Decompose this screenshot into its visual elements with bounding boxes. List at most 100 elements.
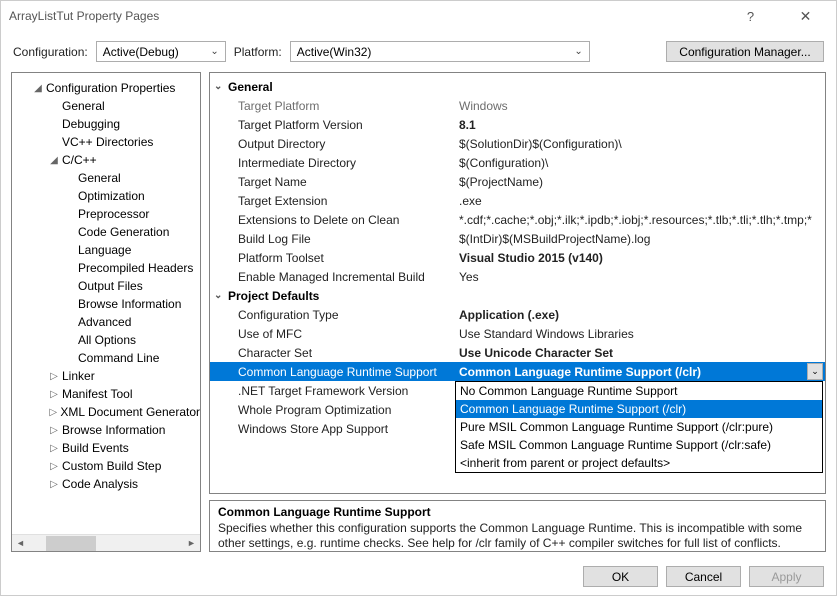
- property-pages-window: ArrayListTut Property Pages ? ✕ Configur…: [0, 0, 837, 596]
- property-row[interactable]: Target Extension.exe: [210, 191, 825, 210]
- dropdown-option[interactable]: Safe MSIL Common Language Runtime Suppor…: [456, 436, 822, 454]
- platform-combo[interactable]: Active(Win32) ⌄: [290, 41, 590, 62]
- ok-button[interactable]: OK: [583, 566, 658, 587]
- expand-icon[interactable]: ▷: [48, 425, 60, 436]
- tree-item[interactable]: Output Files: [12, 277, 200, 295]
- property-row[interactable]: Intermediate Directory$(Configuration)\: [210, 153, 825, 172]
- property-value[interactable]: $(Configuration)\: [455, 156, 825, 170]
- property-row[interactable]: Common Language Runtime SupportCommon La…: [210, 362, 825, 381]
- tree-item[interactable]: Optimization: [12, 187, 200, 205]
- window-title: ArrayListTut Property Pages: [9, 9, 728, 23]
- cancel-button[interactable]: Cancel: [666, 566, 741, 587]
- titlebar: ArrayListTut Property Pages ? ✕: [1, 1, 836, 31]
- dropdown-option[interactable]: <inherit from parent or project defaults…: [456, 454, 822, 472]
- expand-icon[interactable]: ▷: [48, 371, 60, 382]
- scroll-left-icon[interactable]: ◄: [12, 538, 29, 548]
- collapse-icon[interactable]: ⌄: [214, 81, 228, 92]
- tree-item[interactable]: Browse Information: [12, 295, 200, 313]
- tree-item-label: VC++ Directories: [60, 135, 153, 149]
- tree-item[interactable]: ▷XML Document Generator: [12, 403, 200, 421]
- property-row[interactable]: Enable Managed Incremental BuildYes: [210, 267, 825, 286]
- property-value[interactable]: .exe: [455, 194, 825, 208]
- property-name: .NET Target Framework Version: [210, 384, 455, 398]
- close-button[interactable]: ✕: [783, 2, 828, 30]
- property-value[interactable]: $(IntDir)$(MSBuildProjectName).log: [455, 232, 825, 246]
- property-row[interactable]: Extensions to Delete on Clean*.cdf;*.cac…: [210, 210, 825, 229]
- help-button[interactable]: ?: [728, 2, 773, 30]
- tree-item[interactable]: ▷Linker: [12, 367, 200, 385]
- tree-item[interactable]: General: [12, 97, 200, 115]
- dropdown-button[interactable]: ⌄: [807, 363, 823, 380]
- tree-item[interactable]: Precompiled Headers: [12, 259, 200, 277]
- footer: OK Cancel Apply: [1, 558, 836, 595]
- property-value[interactable]: $(SolutionDir)$(Configuration)\: [455, 137, 825, 151]
- tree-item[interactable]: Command Line: [12, 349, 200, 367]
- tree-item[interactable]: General: [12, 169, 200, 187]
- tree-item[interactable]: VC++ Directories: [12, 133, 200, 151]
- tree-item[interactable]: Debugging: [12, 115, 200, 133]
- tree-hscrollbar[interactable]: ◄ ►: [12, 534, 200, 551]
- collapse-icon[interactable]: ⌄: [214, 290, 228, 301]
- chevron-down-icon: ⌄: [210, 46, 218, 57]
- expand-icon[interactable]: ▷: [48, 389, 60, 400]
- tree-item[interactable]: ▷Build Events: [12, 439, 200, 457]
- expand-icon[interactable]: ▷: [48, 443, 60, 454]
- tree-item[interactable]: All Options: [12, 331, 200, 349]
- property-name: Intermediate Directory: [210, 156, 455, 170]
- property-row[interactable]: Build Log File$(IntDir)$(MSBuildProjectN…: [210, 229, 825, 248]
- property-value[interactable]: Use Unicode Character Set: [455, 346, 825, 360]
- nav-tree[interactable]: ◢Configuration Properties General Debuggin…: [11, 72, 201, 552]
- tree-item-label: Linker: [60, 369, 95, 383]
- property-row[interactable]: Target PlatformWindows: [210, 96, 825, 115]
- property-row[interactable]: Target Platform Version8.1: [210, 115, 825, 134]
- tree-item[interactable]: ◢Configuration Properties: [12, 79, 200, 97]
- tree-item[interactable]: ▷Browse Information: [12, 421, 200, 439]
- tree-item-label: Browse Information: [60, 423, 165, 437]
- tree-item[interactable]: ▷Manifest Tool: [12, 385, 200, 403]
- dropdown-option[interactable]: Pure MSIL Common Language Runtime Suppor…: [456, 418, 822, 436]
- tree-item[interactable]: ◢C/C++: [12, 151, 200, 169]
- category-header[interactable]: ⌄General: [210, 77, 825, 96]
- tree-item[interactable]: Code Generation: [12, 223, 200, 241]
- property-value[interactable]: Windows: [455, 99, 825, 113]
- property-value[interactable]: Use Standard Windows Libraries: [455, 327, 825, 341]
- tree-item[interactable]: Language: [12, 241, 200, 259]
- collapse-icon[interactable]: ◢: [48, 155, 60, 166]
- expand-icon[interactable]: ▷: [48, 461, 60, 472]
- property-row[interactable]: Use of MFCUse Standard Windows Libraries: [210, 324, 825, 343]
- tree-item[interactable]: ▷Code Analysis: [12, 475, 200, 493]
- property-row[interactable]: Configuration TypeApplication (.exe): [210, 305, 825, 324]
- scroll-thumb[interactable]: [46, 536, 96, 551]
- collapse-icon[interactable]: ◢: [32, 83, 44, 94]
- expand-icon[interactable]: ▷: [48, 407, 58, 418]
- configuration-combo[interactable]: Active(Debug) ⌄: [96, 41, 226, 62]
- tree-item-label: General: [60, 99, 105, 113]
- description-panel: Common Language Runtime Support Specifie…: [209, 500, 826, 552]
- property-row[interactable]: Output Directory$(SolutionDir)$(Configur…: [210, 134, 825, 153]
- property-value[interactable]: 8.1: [455, 118, 825, 132]
- property-row[interactable]: Platform ToolsetVisual Studio 2015 (v140…: [210, 248, 825, 267]
- expand-icon[interactable]: ▷: [48, 479, 60, 490]
- property-value[interactable]: Visual Studio 2015 (v140): [455, 251, 825, 265]
- description-title: Common Language Runtime Support: [218, 505, 817, 519]
- tree-item[interactable]: Preprocessor: [12, 205, 200, 223]
- apply-button[interactable]: Apply: [749, 566, 824, 587]
- property-name: Build Log File: [210, 232, 455, 246]
- property-value[interactable]: Yes: [455, 270, 825, 284]
- tree-item-label: Optimization: [76, 189, 145, 203]
- property-row[interactable]: Character SetUse Unicode Character Set: [210, 343, 825, 362]
- dropdown-option[interactable]: Common Language Runtime Support (/clr): [456, 400, 822, 418]
- tree-item[interactable]: ▷Custom Build Step: [12, 457, 200, 475]
- category-header[interactable]: ⌄Project Defaults: [210, 286, 825, 305]
- chevron-down-icon: ⌄: [574, 46, 582, 57]
- property-value[interactable]: Common Language Runtime Support (/clr): [455, 365, 807, 379]
- property-value[interactable]: Application (.exe): [455, 308, 825, 322]
- property-value[interactable]: $(ProjectName): [455, 175, 825, 189]
- scroll-right-icon[interactable]: ►: [183, 538, 200, 548]
- configuration-manager-button[interactable]: Configuration Manager...: [666, 41, 824, 62]
- dropdown-option[interactable]: No Common Language Runtime Support: [456, 382, 822, 400]
- property-row[interactable]: Target Name$(ProjectName): [210, 172, 825, 191]
- tree-item[interactable]: Advanced: [12, 313, 200, 331]
- property-value[interactable]: *.cdf;*.cache;*.obj;*.ilk;*.ipdb;*.iobj;…: [455, 213, 825, 227]
- clr-dropdown[interactable]: No Common Language Runtime SupportCommon…: [455, 381, 823, 473]
